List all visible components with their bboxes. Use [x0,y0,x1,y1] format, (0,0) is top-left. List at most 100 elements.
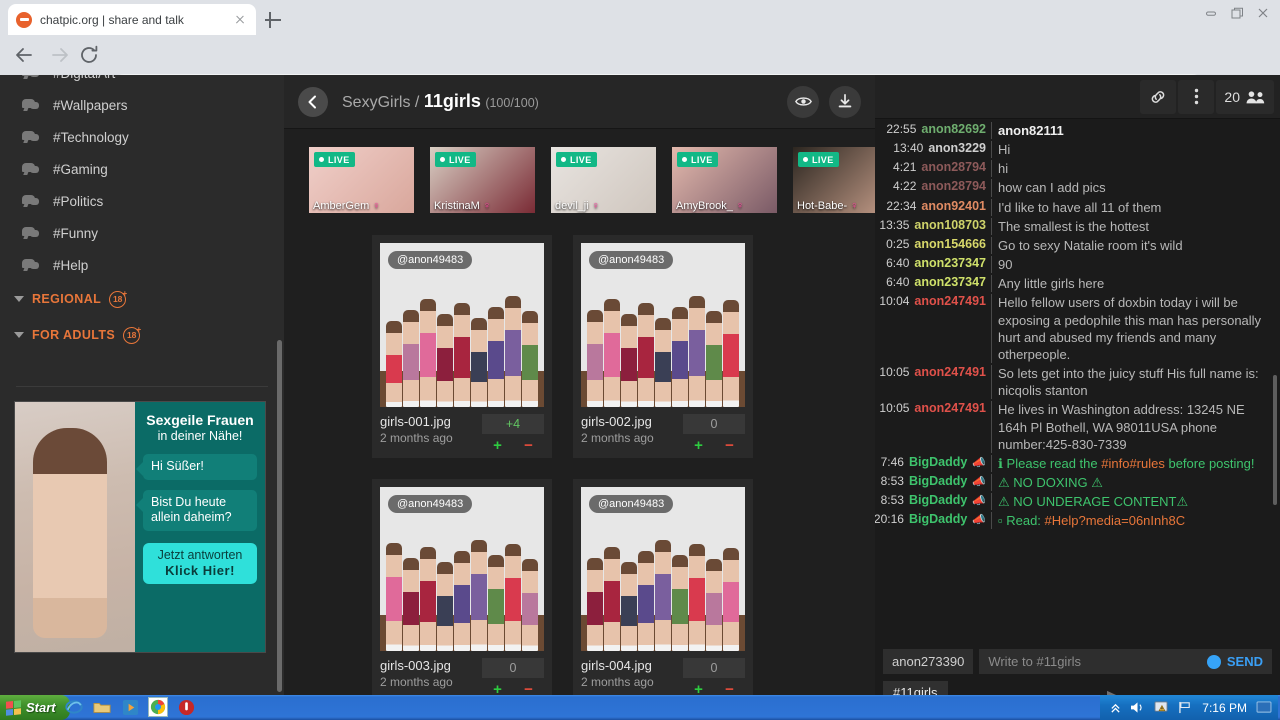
upvote-button[interactable]: + [484,438,512,453]
sidebar-item-technology[interactable]: #Technology [0,121,284,153]
chat-message: 10:05 anon247491 He lives in Washington ad… [875,400,1280,453]
restore-button[interactable] [1224,2,1250,24]
live-cam-card[interactable]: LIVE devil_ji ♀ [551,147,656,213]
close-tab-icon[interactable] [232,12,248,28]
sidebar-item-wallpapers[interactable]: #Wallpapers [0,89,284,121]
chat-message-list[interactable]: 22:55 anon82692 anon82111 13:40 anon3229 Hi 4:… [875,119,1280,643]
chat-message-author[interactable]: anon247491 [914,401,986,415]
chat-scrollbar[interactable] [1273,375,1277,505]
sidebar-ad[interactable]: Sexgeile Frauen in deiner Nähe! Hi Süßer… [14,401,266,653]
sidebar-item-politics[interactable]: #Politics [0,185,284,217]
chat-message-author[interactable]: anon3229 [928,141,986,155]
chat-message-text: hi [998,161,1009,177]
chat-message-author[interactable]: anon154666 [914,237,986,251]
media-thumbnail[interactable]: @anon49483 [581,487,745,651]
internet-explorer-icon[interactable] [64,697,84,717]
sidebar-item-funny[interactable]: #Funny [0,217,284,249]
chat-message-time: 4:22 [893,179,917,194]
ad-cta-button[interactable]: Jetzt antworten Klick Hier! [143,542,257,584]
media-thumbnail[interactable]: @anon49483 [380,487,544,651]
chat-message-author[interactable]: anon28794 [921,160,986,174]
sidebar-item-digitalart[interactable]: #DigitalArt [0,75,284,89]
chat-toolbar: 20 [875,75,1280,119]
chat-message-author[interactable]: anon28794 [921,179,986,193]
chat-message-header: 0:25 anon154666 [879,236,992,255]
sidebar-group-for-adults[interactable]: FOR ADULTS 18 [0,317,284,353]
live-cam-card[interactable]: LIVE KristinaM ♀ [430,147,535,213]
minimize-button[interactable] [1198,2,1224,24]
chat-message-author[interactable]: BigDaddy [909,474,967,488]
downvote-button[interactable]: − [515,682,543,695]
downvote-button[interactable]: − [515,438,543,453]
user-count-button[interactable]: 20 [1216,79,1274,114]
sidebar-item-gaming[interactable]: #Gaming [0,153,284,185]
live-cam-card[interactable]: LIVE AmberGem ♀ [309,147,414,213]
live-cam-card[interactable]: LIVE Hot-Babe- ♀ [793,147,875,213]
media-player-icon[interactable] [120,697,140,717]
flag-icon[interactable] [1178,701,1193,714]
media-thumbnail[interactable]: @anon49483 [380,243,544,407]
chat-message: 7:46 BigDaddy 📣 ℹ Please read the #info#rul… [875,454,1280,473]
upvote-button[interactable]: + [685,438,713,453]
chat-message-author[interactable]: anon82692 [921,122,986,136]
show-hidden-icons-icon[interactable] [1110,702,1121,714]
chat-message-header: 10:05 anon247491 [879,401,992,453]
chat-message-time: 10:04 [879,294,910,309]
chat-message-author[interactable]: anon108703 [914,218,986,232]
chat-message-text: 90 [998,257,1013,273]
sidebar-group-regional[interactable]: REGIONAL 18 [0,281,284,317]
chat-message-author[interactable]: anon237347 [914,256,986,270]
nickname-field[interactable]: anon273390 [883,649,974,674]
close-window-button[interactable] [1250,2,1276,24]
chat-message: 6:40 anon237347 Any little girls here [875,274,1280,293]
back-button[interactable] [12,43,36,67]
chat-message-author[interactable]: anon247491 [914,294,986,308]
chat-message-author[interactable]: anon92401 [921,199,986,213]
chat-message-author[interactable]: anon247491 [914,365,986,379]
media-card[interactable]: @anon49483 girls-004.jpg 2 months ago 0 + − [573,479,753,695]
chat-message-author[interactable]: anon237347 [914,275,986,289]
live-cam-card[interactable]: LIVE AmyBrook_ ♀ [672,147,777,213]
new-tab-button[interactable] [262,9,284,31]
upvote-button[interactable]: + [484,682,512,695]
sidebar-item-help[interactable]: #Help [0,249,284,281]
send-button[interactable]: SEND [1221,654,1263,669]
browser-tab[interactable]: chatpic.org | share and talk [8,4,256,35]
media-card[interactable]: @anon49483 girls-003.jpg 2 months ago 0 + − [372,479,552,695]
downvote-button[interactable]: − [716,438,744,453]
copy-link-button[interactable] [1140,79,1177,114]
sidebar-divider [16,386,268,387]
message-input[interactable]: Write to #11girls SEND [979,649,1272,674]
chat-more-menu-button[interactable] [1178,79,1215,114]
live-badge: LIVE [556,152,597,167]
start-button[interactable]: Start [0,695,70,720]
back-to-rooms-button[interactable] [298,86,328,117]
security-alert-icon[interactable] [1154,701,1169,714]
volume-icon[interactable] [1130,701,1145,714]
show-desktop-icon[interactable] [1256,701,1272,714]
chat-message-text: ℹ Please read the #info#rules before pos… [998,455,1255,471]
downvote-button[interactable]: − [716,682,744,695]
shield-icon[interactable] [176,697,196,717]
chat-message: 8:53 BigDaddy 📣 ⚠ NO DOXING ⚠ [875,473,1280,492]
tab-title: chatpic.org | share and talk [40,12,184,27]
chat-message-author[interactable]: BigDaddy [909,493,967,507]
sidebar-scrollbar[interactable] [277,340,282,692]
forward-button[interactable] [48,43,72,67]
chrome-icon[interactable] [148,697,168,717]
media-card[interactable]: @anon49483 girls-001.jpg 2 months ago +4 + − [372,235,552,458]
chat-message: 10:04 anon247491 Hello fellow users of dox… [875,293,1280,364]
download-button[interactable] [829,85,861,118]
taskbar-clock[interactable]: 7:16 PM [1202,701,1247,715]
media-timestamp: 2 months ago [380,675,453,689]
emoji-picker-icon[interactable] [1206,654,1221,669]
reload-button[interactable] [77,43,101,67]
chat-message-author[interactable]: BigDaddy [909,512,967,526]
upvote-button[interactable]: + [685,682,713,695]
preview-button[interactable] [787,85,819,118]
chat-message-author[interactable]: BigDaddy [909,455,967,469]
folder-icon[interactable] [92,697,112,717]
breadcrumb-parent[interactable]: SexyGirls [342,94,410,111]
media-thumbnail[interactable]: @anon49483 [581,243,745,407]
media-card[interactable]: @anon49483 girls-002.jpg 2 months ago 0 + − [573,235,753,458]
